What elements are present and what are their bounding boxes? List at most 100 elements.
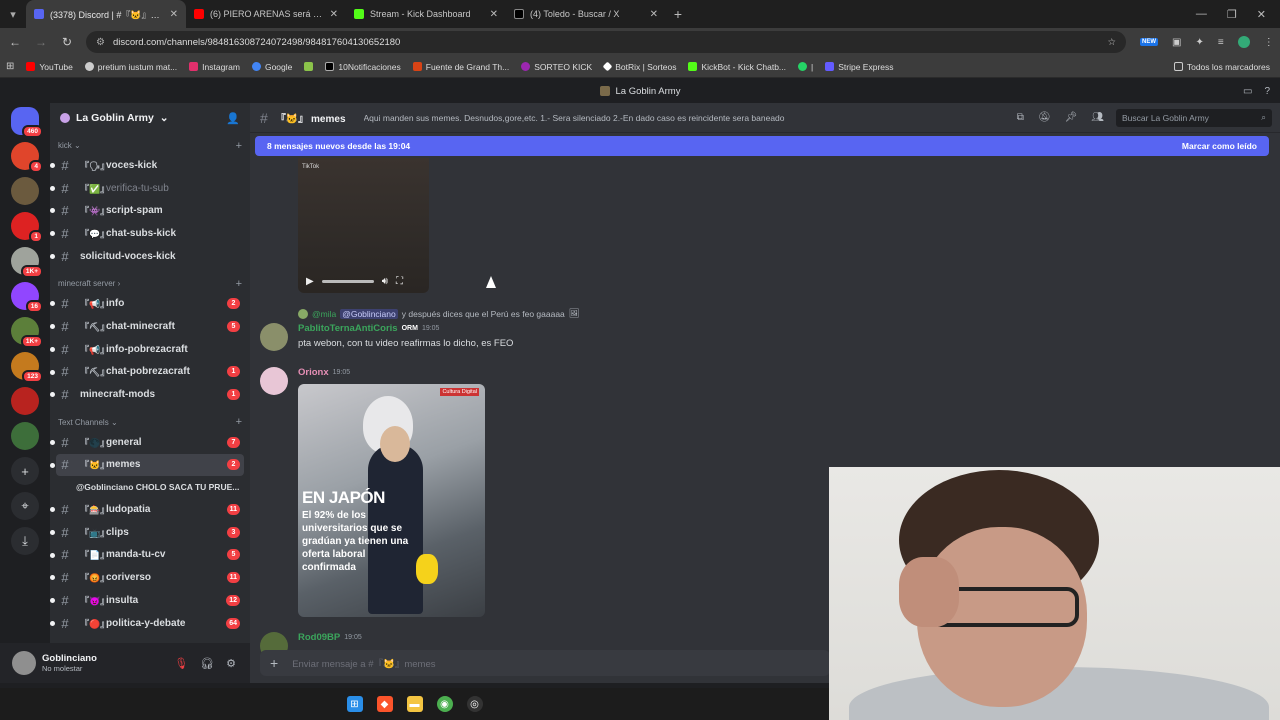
guild-header[interactable]: La Goblin Army ⌄ 👤 xyxy=(50,103,250,133)
message-author[interactable]: Rod09BP xyxy=(298,632,340,643)
server-icon[interactable] xyxy=(11,422,39,450)
server-icon[interactable]: 16 xyxy=(11,282,43,313)
member-list-icon[interactable]: 👥︎ xyxy=(1091,112,1104,123)
mic-muted-icon[interactable]: 🎙︎ xyxy=(174,657,188,670)
bookmark-gta[interactable]: Fuente de Grand Th... xyxy=(412,62,509,72)
tab-search-icon[interactable]: ▾ xyxy=(0,0,26,28)
channel-coriverso[interactable]: # 『😡』 coriverso 11 xyxy=(50,566,244,589)
tab-kick[interactable]: Stream - Kick Dashboard ✕ xyxy=(346,0,506,28)
close-tab-icon[interactable]: ✕ xyxy=(330,9,338,20)
channel-chat-pobrezacraft[interactable]: # 『⛏』 chat-pobrezacraft 1 xyxy=(50,361,244,384)
file-explorer-icon[interactable]: ▬ xyxy=(406,696,423,712)
bookmark-instagram[interactable]: Instagram xyxy=(189,62,240,72)
message-author[interactable]: PablitoTernaAntiCoris xyxy=(298,323,398,334)
channel-voces-kick[interactable]: # 『🗣』 voces-kick xyxy=(50,154,244,177)
all-bookmarks[interactable]: Todos los marcadores xyxy=(1173,62,1270,72)
add-attachment-icon[interactable]: + xyxy=(270,655,278,671)
avatar[interactable] xyxy=(260,367,288,395)
channel-manda-tu-cv[interactable]: # 『📄』 manda-tu-cv 5 xyxy=(50,544,244,567)
add-channel-icon[interactable]: + xyxy=(236,140,242,152)
volume-icon[interactable]: 🔊︎ xyxy=(382,276,388,287)
help-icon[interactable]: ? xyxy=(1264,86,1270,97)
extensions-puzzle-icon[interactable]: ✦ xyxy=(1195,37,1203,48)
reply-preview[interactable]: @mila @Goblinciano y después dices que e… xyxy=(298,308,580,319)
bookmark-kickbot[interactable]: KickBot - Kick Chatb... xyxy=(688,62,786,72)
server-icon[interactable]: 123 xyxy=(11,352,43,383)
add-server-icon[interactable]: + xyxy=(11,457,39,485)
new-tab-button[interactable]: + xyxy=(666,6,690,22)
avatar[interactable] xyxy=(12,651,36,675)
site-info-icon[interactable]: ⚙ xyxy=(96,37,105,48)
download-apps-icon[interactable]: ⤓ xyxy=(11,527,39,555)
play-icon[interactable]: ▶ xyxy=(306,276,314,287)
bookmark-whatsapp[interactable]: | xyxy=(798,62,813,72)
bookmark-unnamed[interactable] xyxy=(304,62,314,71)
threads-icon[interactable]: ⧉ xyxy=(1017,112,1024,123)
close-tab-icon[interactable]: ✕ xyxy=(650,9,658,20)
tab-x[interactable]: (4) Toledo - Buscar / X ✕ xyxy=(506,0,666,28)
bookmark-star-icon[interactable]: ☆ xyxy=(1107,37,1116,48)
settings-gear-icon[interactable]: ⚙ xyxy=(226,657,236,670)
apps-grid-icon[interactable]: ⊞ xyxy=(6,61,14,72)
category-minecraft[interactable]: minecraft server › + xyxy=(50,275,250,292)
profile-avatar-icon[interactable] xyxy=(1237,36,1250,48)
add-channel-icon[interactable]: + xyxy=(236,416,242,428)
url-bar[interactable]: ⚙ discord.com/channels/98481630872407249… xyxy=(86,31,1126,53)
browser-menu-icon[interactable]: ⋮ xyxy=(1264,37,1274,48)
channel-verifica-tu-sub[interactable]: # 『✅』 verifica-tu-sub xyxy=(50,177,244,200)
bookmark-pretium[interactable]: pretium iustum mat... xyxy=(84,62,177,72)
channel-topic[interactable]: Aqui manden sus memes. Desnudos,gore,etc… xyxy=(364,113,785,123)
video-progress[interactable] xyxy=(321,279,374,283)
server-icon[interactable]: 1K+ xyxy=(11,317,43,348)
brave-browser-icon[interactable]: ◆ xyxy=(376,696,393,712)
windows-start-icon[interactable]: ⊞ xyxy=(346,696,363,712)
channel-script-spam[interactable]: # 『👾』 script-spam xyxy=(50,199,244,222)
maximize-icon[interactable]: ❐ xyxy=(1227,8,1237,21)
close-tab-icon[interactable]: ✕ xyxy=(170,9,178,20)
bookmark-google[interactable]: Google xyxy=(251,62,292,72)
meme-image[interactable]: Cultura Digital EN JAPÓN El 92% de los u… xyxy=(298,384,485,617)
reading-list-icon[interactable]: ≡ xyxy=(1218,37,1224,48)
channel-solicitud-voces-kick[interactable]: # solicitud-voces-kick xyxy=(50,245,244,268)
channel-insulta[interactable]: # 『😈』 insulta 12 xyxy=(50,589,244,612)
mark-as-read-button[interactable]: Marcar como leído xyxy=(1182,141,1257,151)
reload-icon[interactable]: ↻ xyxy=(56,35,78,49)
channel-info-pobrezacraft[interactable]: # 『📢』 info-pobrezacraft xyxy=(50,338,244,361)
channel-chat-subs-kick[interactable]: # 『💬』 chat-subs-kick xyxy=(50,222,244,245)
server-icon[interactable]: 4 xyxy=(11,142,43,173)
obs-icon[interactable]: ◎ xyxy=(466,696,483,712)
tab-youtube[interactable]: (6) PIERO ARENAS será ¿DE ✕ xyxy=(186,0,346,28)
server-icon[interactable]: 1 xyxy=(11,212,43,243)
minimize-icon[interactable]: — xyxy=(1196,8,1207,21)
channel-ludopatia[interactable]: # 『🎰』 ludopatia 11 xyxy=(50,498,244,521)
new-messages-bar[interactable]: 8 mensajes nuevos desde las 19:04 Marcar… xyxy=(255,136,1269,156)
message-input[interactable]: + Enviar mensaje a #『🐱』memes xyxy=(260,650,830,676)
notifications-muted-icon[interactable]: 🔕︎ xyxy=(1038,112,1051,123)
bookmark-notificaciones[interactable]: 10Notificaciones xyxy=(325,62,401,72)
pinned-messages-icon[interactable]: 📌︎ xyxy=(1065,112,1078,123)
invite-people-icon[interactable]: 👤 xyxy=(226,112,240,125)
bookmark-sorteo[interactable]: SORTEO KICK xyxy=(521,62,592,72)
thread-item[interactable]: @Goblinciano CHOLO SACA TU PRUE... xyxy=(76,476,250,498)
channel-memes[interactable]: # 『🐱』 memes 2 xyxy=(50,453,244,477)
bookmark-botrix[interactable]: BotRix | Sorteos xyxy=(602,62,676,72)
mention[interactable]: @Goblinciano xyxy=(340,308,398,319)
channel-politica-y-debate[interactable]: # 『🔴』 politica-y-debate 64 xyxy=(50,612,244,635)
video-attachment[interactable]: TikTok ▶ 🔊︎ ⛶ xyxy=(298,158,429,293)
channel-info[interactable]: # 『📢』 info 2 xyxy=(50,292,244,315)
message-author[interactable]: Orionx xyxy=(298,367,329,378)
headphones-icon[interactable]: 🎧︎ xyxy=(200,657,214,670)
explore-icon[interactable]: ⌖ xyxy=(11,492,39,520)
channel-general[interactable]: # 『🌑』 general 7 xyxy=(50,431,244,454)
back-icon[interactable]: ← xyxy=(4,35,26,49)
search-input[interactable]: Buscar La Goblin Army ⌕ xyxy=(1116,108,1272,127)
add-channel-icon[interactable]: + xyxy=(236,278,242,290)
discord-home-icon[interactable]: 460 xyxy=(11,107,43,138)
bookmark-stripe[interactable]: Stripe Express xyxy=(825,62,894,72)
fullscreen-icon[interactable]: ⛶ xyxy=(396,276,403,287)
chrome-icon[interactable]: ◉ xyxy=(436,696,453,712)
extension-icon[interactable]: ▣ xyxy=(1172,37,1181,48)
forward-icon[interactable]: → xyxy=(30,35,52,49)
inbox-icon[interactable]: ▭ xyxy=(1243,86,1252,97)
channel-clips[interactable]: # 『📺』 clips 3 xyxy=(50,521,244,544)
